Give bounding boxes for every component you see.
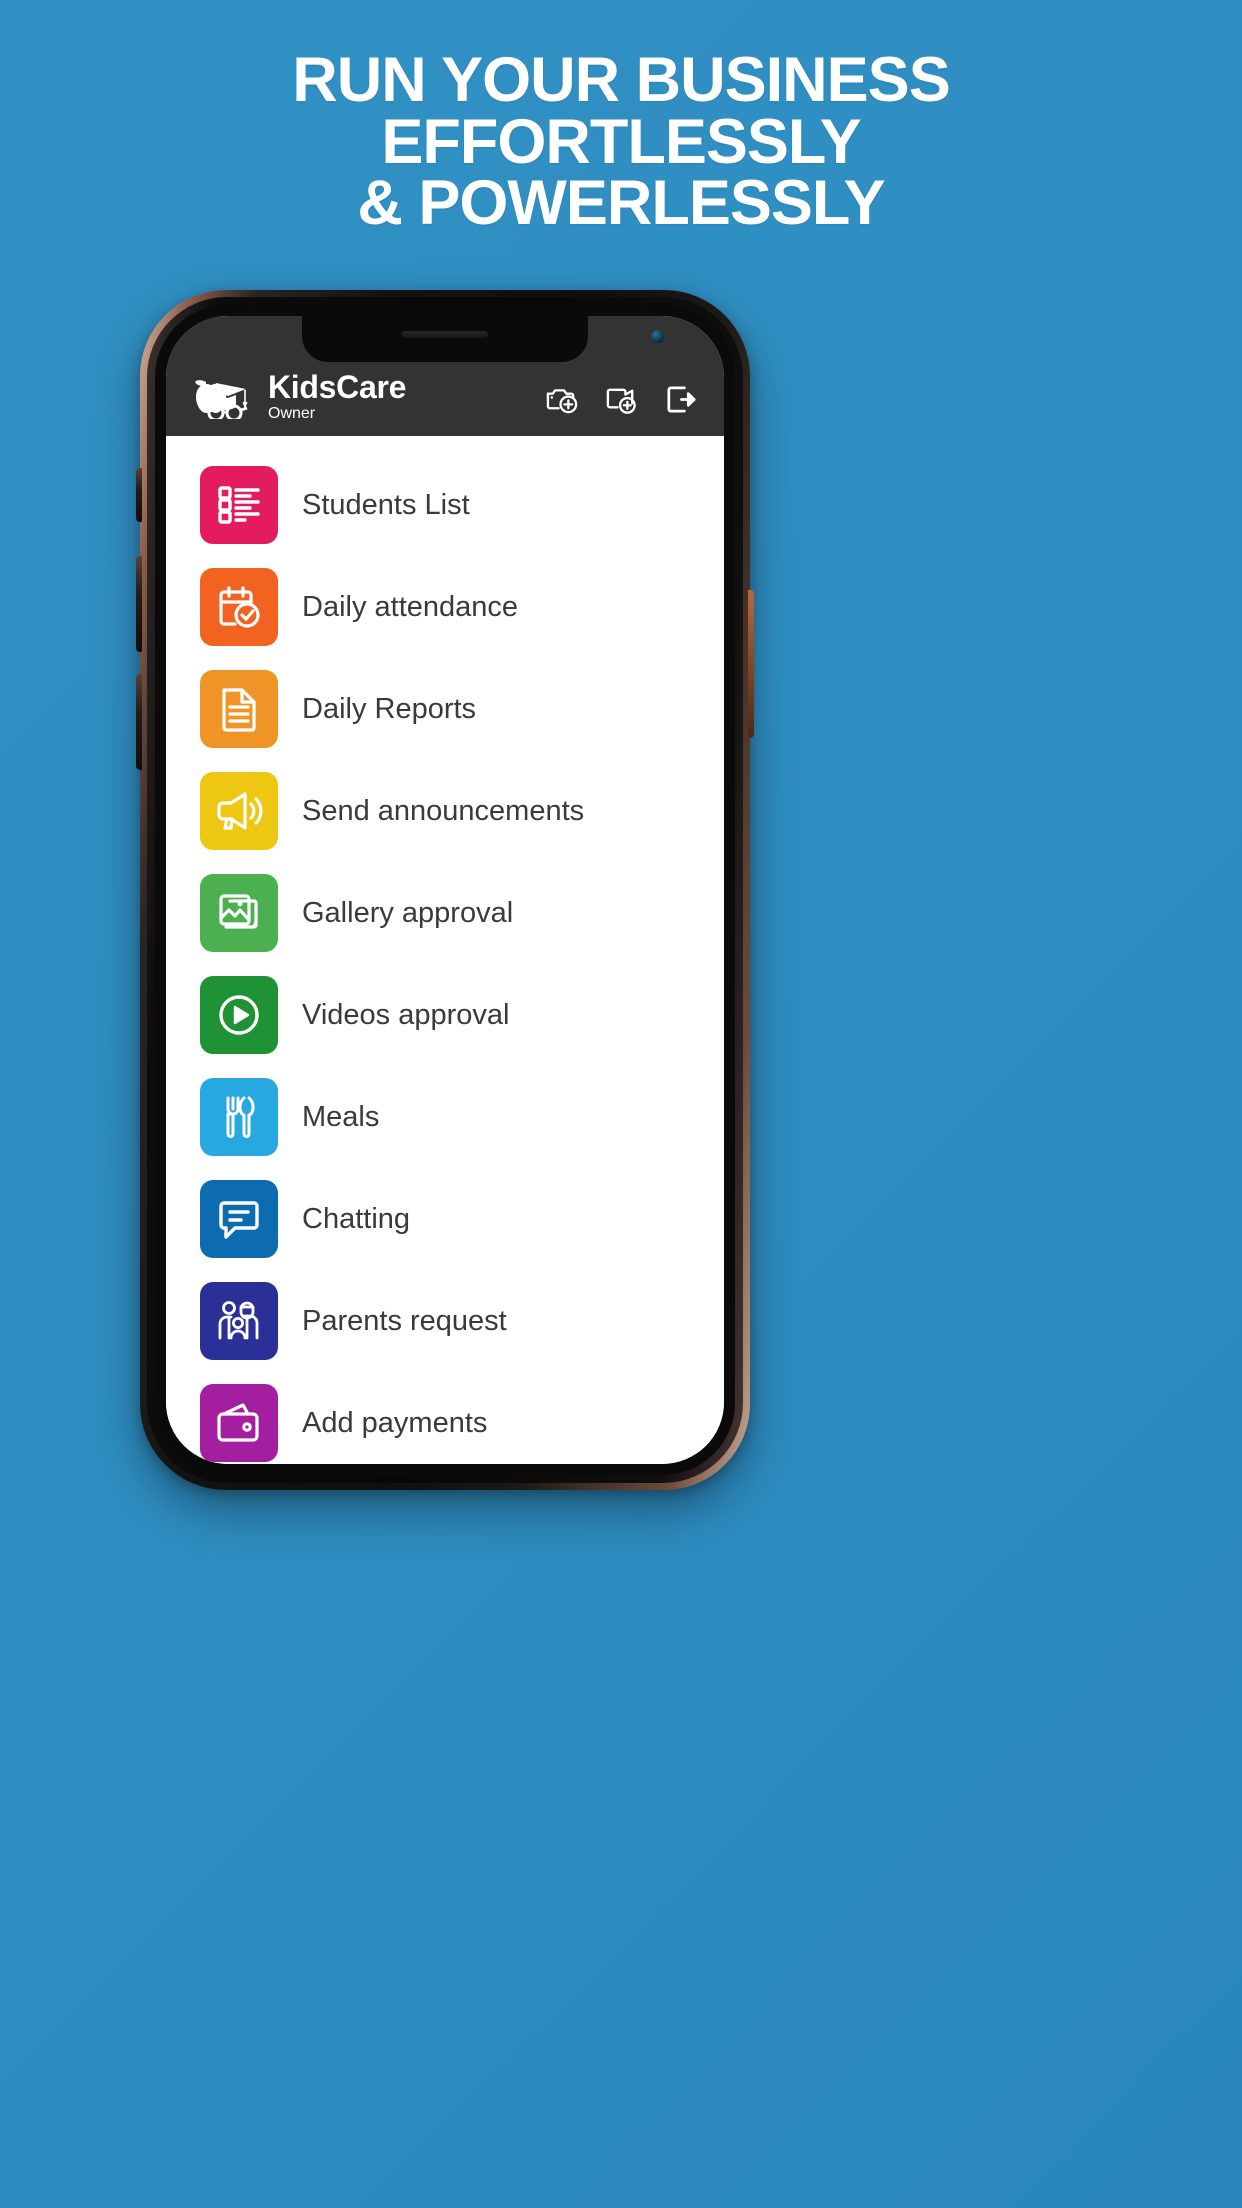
phone-screen: KidsCare Owner Students List Daily atten… <box>166 316 724 1464</box>
earpiece-speaker-icon <box>402 331 488 338</box>
menu-item-label: Meals <box>302 1100 380 1133</box>
document-icon <box>200 670 278 748</box>
photos-icon <box>200 874 278 952</box>
headline-line-1: RUN YOUR BUSINESS <box>292 45 950 115</box>
app-bar-actions <box>545 382 698 422</box>
phone-power-button[interactable] <box>748 590 754 738</box>
menu-item-students-list[interactable]: Students List <box>166 454 724 556</box>
menu-list: Students List Daily attendance Daily Rep… <box>166 436 724 1464</box>
family-icon <box>200 1282 278 1360</box>
video-plus-icon[interactable] <box>604 382 639 417</box>
brand-role: Owner <box>268 405 316 422</box>
camera-plus-icon[interactable] <box>545 382 580 417</box>
megaphone-icon <box>200 772 278 850</box>
headline-line-3: & POWERLESSLY <box>357 168 885 239</box>
brand-text: KidsCare Owner <box>268 371 406 422</box>
calendar-check-icon <box>200 568 278 646</box>
menu-item-label: Add payments <box>302 1406 488 1439</box>
front-camera-icon <box>651 330 664 343</box>
play-circle-icon <box>200 976 278 1054</box>
menu-item-meals[interactable]: Meals <box>166 1066 724 1168</box>
menu-item-send-announcements[interactable]: Send announcements <box>166 760 724 862</box>
brand-name: KidsCare <box>268 369 407 405</box>
menu-item-daily-attendance[interactable]: Daily attendance <box>166 556 724 658</box>
menu-item-videos-approval[interactable]: Videos approval <box>166 964 724 1066</box>
promo-headline: RUN YOUR BUSINESS EFFORTLESSLY & POWERLE… <box>0 45 1242 239</box>
cutlery-icon <box>200 1078 278 1156</box>
phone-silent-switch[interactable] <box>136 468 142 522</box>
chat-bubble-icon <box>200 1180 278 1258</box>
menu-item-label: Chatting <box>302 1202 411 1235</box>
apple-graduation-cap-glasses-icon <box>192 375 254 421</box>
menu-item-label: Videos approval <box>302 998 510 1031</box>
headline-line-2: EFFORTLESSLY <box>381 106 861 177</box>
menu-item-gallery-approval[interactable]: Gallery approval <box>166 862 724 964</box>
menu-item-parents-request[interactable]: Parents request <box>166 1270 724 1372</box>
brand: KidsCare Owner <box>192 371 406 422</box>
menu-item-label: Daily attendance <box>302 590 519 623</box>
phone-notch <box>302 316 588 362</box>
checklist-icon <box>200 466 278 544</box>
menu-item-label: Students List <box>302 488 470 521</box>
menu-item-chatting[interactable]: Chatting <box>166 1168 724 1270</box>
menu-item-label: Daily Reports <box>302 692 477 725</box>
logout-icon[interactable] <box>663 382 698 417</box>
phone-volume-up-button[interactable] <box>136 556 142 652</box>
menu-item-label: Send announcements <box>302 794 585 827</box>
phone-volume-down-button[interactable] <box>136 674 142 770</box>
wallet-icon <box>200 1384 278 1462</box>
menu-item-label: Parents request <box>302 1304 507 1337</box>
menu-item-add-payments[interactable]: Add payments <box>166 1372 724 1464</box>
menu-item-daily-reports[interactable]: Daily Reports <box>166 658 724 760</box>
phone-mockup: KidsCare Owner Students List Daily atten… <box>136 290 754 1490</box>
menu-item-label: Gallery approval <box>302 896 514 929</box>
